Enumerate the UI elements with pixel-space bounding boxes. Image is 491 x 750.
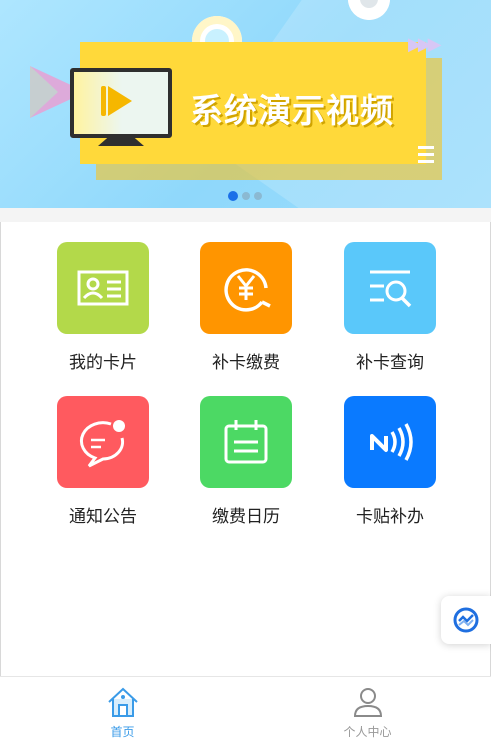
carousel-dot[interactable]: [228, 191, 238, 201]
tab-label: 首页: [110, 725, 135, 739]
play-icon-bar: [101, 86, 106, 116]
menu-item-payment-calendar[interactable]: 缴费日历: [179, 396, 309, 536]
section-divider: [0, 208, 491, 222]
triangle-decoration: [30, 66, 58, 118]
banner-title: 系统演示视频: [190, 91, 394, 130]
menu-icon-box[interactable]: [57, 396, 149, 488]
menu-item-my-card[interactable]: 我的卡片: [36, 242, 166, 382]
arrows-decoration: ▶▶▶: [408, 34, 441, 55]
menu-item-notice[interactable]: 通知公告: [36, 396, 166, 536]
bars-decoration: [418, 146, 434, 164]
menu-item-label: 通知公告: [69, 507, 137, 527]
menu-item-replacement-payment[interactable]: 补卡缴费: [179, 242, 309, 382]
tab-home[interactable]: 首页: [0, 677, 245, 750]
menu-item-label: 补卡查询: [356, 353, 424, 373]
menu-item-label: 缴费日历: [212, 507, 280, 527]
user-icon: [353, 688, 383, 717]
chat-notification-icon: [79, 420, 125, 468]
menu-icon-box[interactable]: [344, 396, 436, 488]
floating-service-button[interactable]: [441, 596, 491, 644]
menu-icon-box[interactable]: [57, 242, 149, 334]
promo-banner[interactable]: ▶▶▶ 系统演示视频: [0, 0, 491, 208]
menu-item-label: 补卡缴费: [212, 353, 280, 373]
carousel-dot[interactable]: [254, 192, 262, 200]
nfc-icon: [370, 423, 413, 461]
calendar-icon: [224, 420, 268, 464]
tab-profile[interactable]: 个人中心: [245, 677, 490, 750]
list-search-icon: [370, 270, 412, 308]
menu-icon-box[interactable]: [344, 242, 436, 334]
menu-item-label: 我的卡片: [69, 353, 137, 373]
menu-icon-box[interactable]: [200, 242, 292, 334]
menu-icon-box[interactable]: [200, 396, 292, 488]
menu-item-card-sticker[interactable]: 卡贴补办: [323, 396, 453, 536]
id-card-icon: [77, 270, 129, 306]
menu-item-label: 卡贴补办: [356, 507, 424, 527]
tab-label: 个人中心: [343, 725, 392, 739]
home-icon: [108, 687, 138, 717]
yuan-payment-icon: [224, 268, 271, 312]
carousel-dot[interactable]: [242, 192, 250, 200]
bottom-tab-bar: 首页 个人中心: [0, 676, 491, 750]
carousel-indicator[interactable]: [228, 191, 262, 201]
menu-item-replacement-query[interactable]: 补卡查询: [323, 242, 453, 382]
service-logo-icon: [453, 607, 479, 633]
play-icon: [108, 86, 132, 116]
